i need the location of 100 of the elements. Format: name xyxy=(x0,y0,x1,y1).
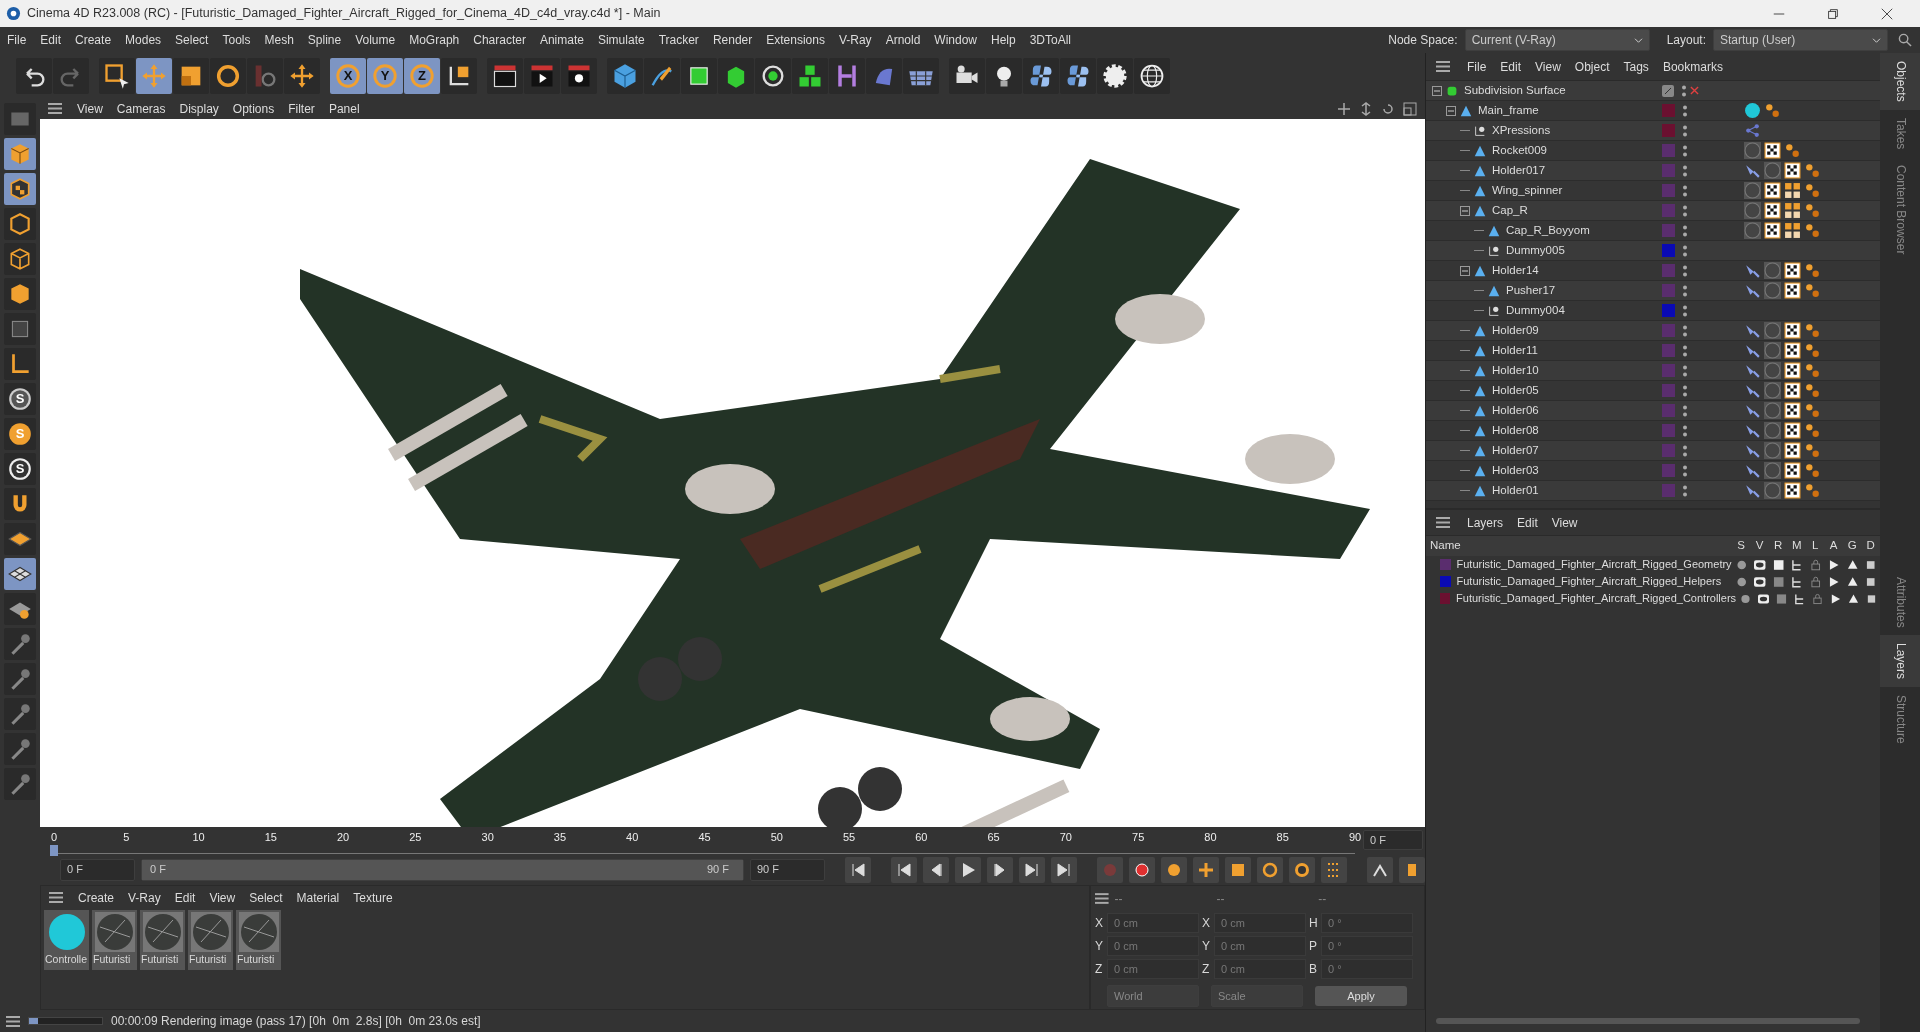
menu-item[interactable]: Tools xyxy=(215,31,258,49)
menu-item[interactable]: V-Ray xyxy=(121,889,168,907)
material-swatch[interactable]: Futuristi xyxy=(140,910,185,970)
menu-item[interactable]: Edit xyxy=(1493,57,1529,76)
menu-item[interactable]: 3DToAll xyxy=(1022,31,1079,49)
dropdown[interactable]: Current (V-Ray) xyxy=(1464,29,1650,51)
object-name[interactable]: Holder09 xyxy=(1492,321,1539,340)
object-name[interactable]: Holder11 xyxy=(1492,341,1538,360)
layer-name[interactable]: Futuristic_Damaged_Fighter_Aircraft_Rigged_Helpers xyxy=(1456,573,1733,590)
object-name[interactable]: Holder017 xyxy=(1492,161,1546,180)
object-name[interactable]: Holder07 xyxy=(1492,441,1539,460)
object-name[interactable]: Cap_R_Boyyom xyxy=(1506,221,1590,240)
object-name[interactable]: XPressions xyxy=(1492,121,1551,140)
axis-button[interactable]: X xyxy=(330,58,366,94)
menu-item[interactable]: Material xyxy=(289,889,347,907)
snap-button[interactable]: S xyxy=(4,453,36,485)
side-tab[interactable]: Takes xyxy=(1880,109,1920,158)
material-swatch[interactable]: Futuristi xyxy=(236,910,281,970)
menu-item[interactable]: Window xyxy=(927,31,984,49)
object-name[interactable]: Holder10 xyxy=(1492,361,1539,380)
menu-item[interactable]: Edit xyxy=(1510,513,1545,532)
side-tab[interactable]: Layers xyxy=(1880,635,1920,688)
side-tab[interactable]: Structure xyxy=(1880,687,1920,752)
menu-item[interactable]: View xyxy=(70,99,110,118)
menu-item[interactable]: Layers xyxy=(1460,513,1511,532)
menu-item[interactable]: Edit xyxy=(167,889,203,907)
menu-item[interactable]: Mesh xyxy=(257,31,301,49)
window-title: Cinema 4D R23.008 (RC) - [Futuristic_Damaged_Fighter_Aircraft_Rigged_for_Cinema_4D_c4d_vray.c4d *] - Main xyxy=(27,5,662,23)
column-header: -- xyxy=(1318,891,1328,908)
object-name[interactable]: Pusher17 xyxy=(1506,281,1556,300)
menu-item[interactable]: V-Ray xyxy=(831,31,879,49)
material-swatch[interactable]: Futuristi xyxy=(92,910,137,970)
menu-item[interactable]: Texture xyxy=(346,889,400,907)
menu-item[interactable]: Modes xyxy=(118,31,169,49)
object-name[interactable]: Dummy005 xyxy=(1506,241,1565,260)
object-name[interactable]: Cap_R xyxy=(1492,201,1528,220)
menu-item[interactable]: Tracker xyxy=(651,31,706,49)
menu-item[interactable]: Select xyxy=(242,889,290,907)
object-name[interactable]: Dummy004 xyxy=(1506,301,1565,320)
tick-label: 10 xyxy=(192,829,205,845)
tick-label: 40 xyxy=(626,829,639,845)
material-swatch[interactable]: Futuristi xyxy=(188,910,233,970)
column-header: M xyxy=(1790,538,1803,554)
side-tab[interactable]: Content Browser xyxy=(1880,157,1920,263)
side-tab[interactable]: Attributes xyxy=(1880,568,1920,636)
frame-field[interactable]: 0 F xyxy=(60,858,135,881)
dropdown[interactable]: Startup (User) xyxy=(1713,29,1888,51)
menu-item[interactable]: Display xyxy=(172,99,226,118)
menu-item[interactable]: Tags xyxy=(1616,57,1656,76)
layer-name[interactable]: Futuristic_Damaged_Fighter_Aircraft_Rigged_Controllers xyxy=(1456,590,1737,607)
menu-item[interactable]: View xyxy=(1528,57,1568,76)
menu-item[interactable]: Bookmarks xyxy=(1655,57,1730,76)
object-name[interactable]: Wing_spinner xyxy=(1492,181,1563,200)
side-tab[interactable]: Objects xyxy=(1880,53,1920,110)
menu-item[interactable]: File xyxy=(1460,57,1494,76)
menu-item[interactable]: Options xyxy=(225,99,282,118)
menu-item[interactable]: Help xyxy=(984,31,1023,49)
tick-label: 45 xyxy=(698,829,711,845)
tick-label: 30 xyxy=(481,829,494,845)
menu-item[interactable]: Edit xyxy=(33,31,69,49)
menu-item[interactable]: Volume xyxy=(348,31,403,49)
axis-button[interactable]: Z xyxy=(404,58,440,94)
menu-item[interactable]: Simulate xyxy=(590,31,652,49)
menu-item[interactable]: Extensions xyxy=(759,31,832,49)
menu-item[interactable]: Filter xyxy=(281,99,322,118)
menu-item[interactable]: Character xyxy=(466,31,533,49)
object-name[interactable]: Holder01 xyxy=(1492,481,1539,500)
menu-item[interactable]: View xyxy=(1544,513,1585,532)
menu-item[interactable]: Animate xyxy=(532,31,591,49)
axis-label: Z xyxy=(1202,961,1211,978)
frame-field[interactable]: 0 F xyxy=(1363,829,1423,850)
menu-item[interactable]: MoGraph xyxy=(402,31,467,49)
axis-label: H xyxy=(1309,915,1318,932)
frame-field[interactable]: 90 F xyxy=(750,858,825,881)
menu-item[interactable]: Cameras xyxy=(109,99,173,118)
object-name[interactable]: Holder05 xyxy=(1492,381,1539,400)
object-name[interactable]: Holder08 xyxy=(1492,421,1539,440)
menu-item[interactable]: Object xyxy=(1567,57,1617,76)
menu-item[interactable]: Arnold xyxy=(878,31,928,49)
menu-item[interactable]: View xyxy=(202,889,243,907)
menu-item[interactable]: Panel xyxy=(321,99,367,118)
range-slider[interactable]: 0 F 90 F xyxy=(141,858,744,881)
axis-button[interactable]: Y xyxy=(367,58,403,94)
object-name[interactable]: Main_frame xyxy=(1478,101,1539,120)
menu-item[interactable]: Render xyxy=(705,31,760,49)
object-name[interactable]: Holder06 xyxy=(1492,401,1539,420)
layer-name[interactable]: Futuristic_Damaged_Fighter_Aircraft_Rigged_Geometry xyxy=(1456,556,1733,573)
snap-button[interactable]: S xyxy=(4,383,36,415)
menu-item[interactable]: Create xyxy=(68,31,119,49)
menu-item[interactable]: Select xyxy=(168,31,216,49)
material-swatch[interactable]: Controlle xyxy=(44,910,89,970)
menu-item[interactable]: Spline xyxy=(300,31,349,49)
apply-button[interactable]: Apply xyxy=(1315,985,1407,1007)
tick-label: 60 xyxy=(915,829,928,845)
menu-item[interactable]: Create xyxy=(71,889,122,907)
menu-item[interactable]: File xyxy=(0,31,34,49)
object-name[interactable]: Rocket009 xyxy=(1492,141,1547,160)
axis-label: P xyxy=(1309,938,1318,955)
object-name[interactable]: Holder03 xyxy=(1492,461,1539,480)
object-name[interactable]: Holder14 xyxy=(1492,261,1539,280)
